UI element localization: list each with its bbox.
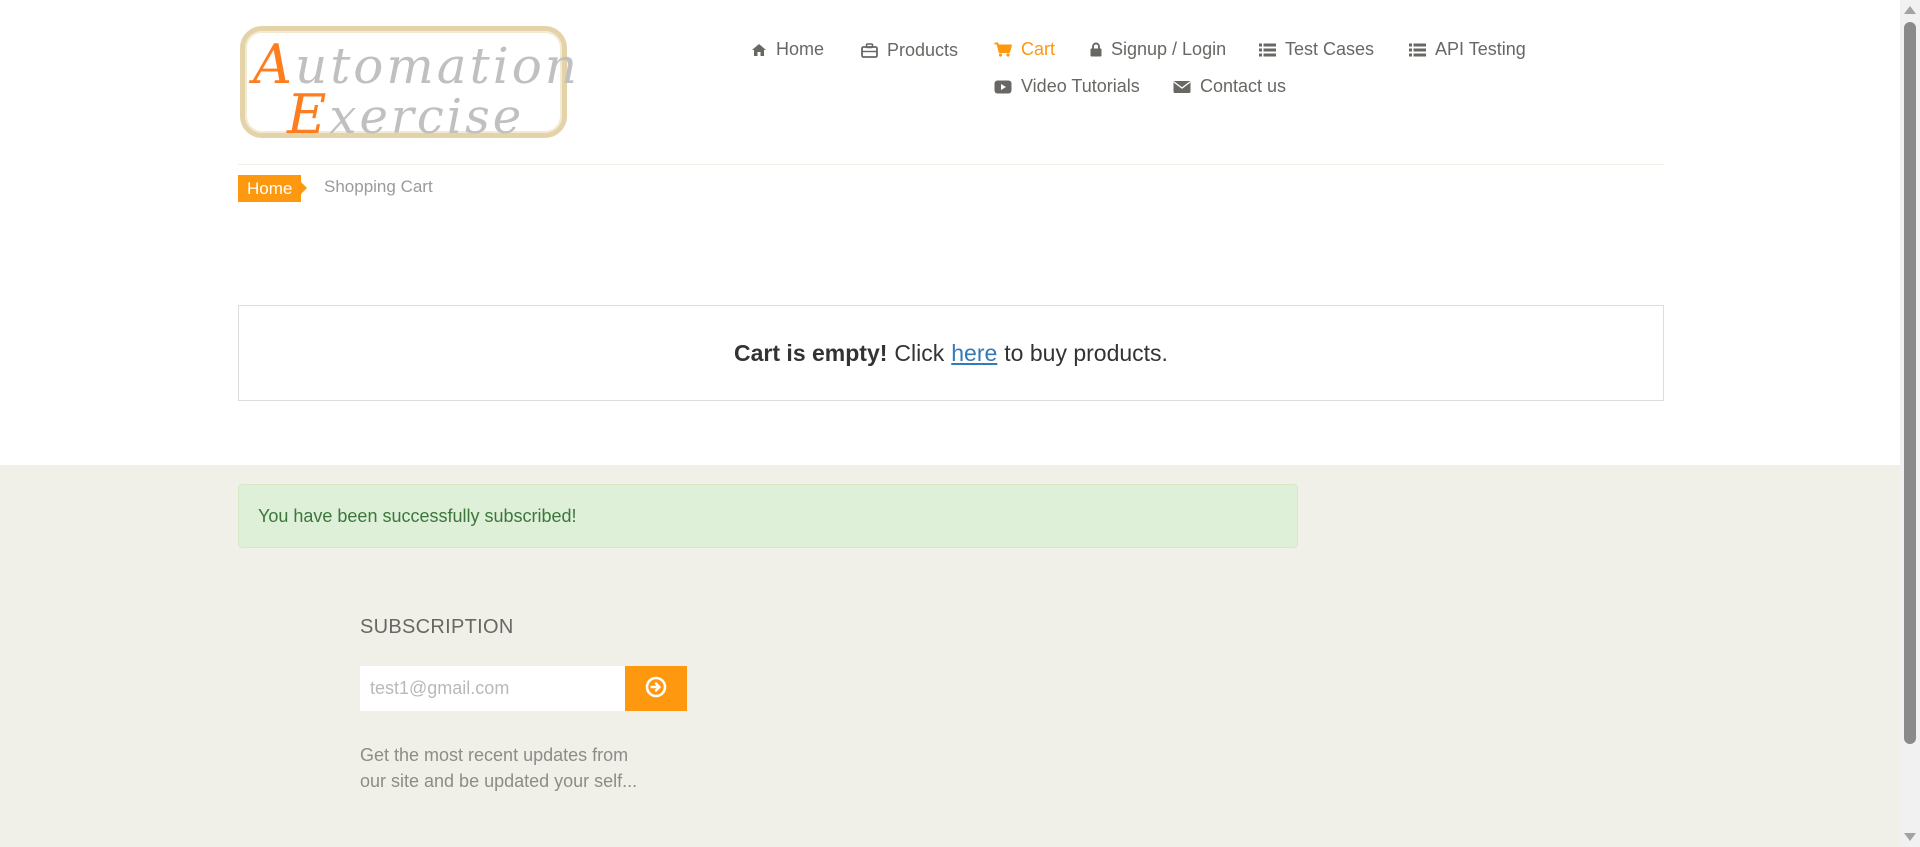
- buy-products-link[interactable]: here: [951, 340, 997, 367]
- home-icon: [751, 43, 767, 57]
- nav-api-testing[interactable]: API Testing: [1409, 39, 1526, 60]
- scrollbar-thumb[interactable]: [1904, 22, 1916, 744]
- briefcase-icon: [861, 43, 878, 58]
- breadcrumb-current: Shopping Cart: [324, 177, 433, 196]
- nav-video-tutorials[interactable]: Video Tutorials: [994, 76, 1140, 97]
- list-icon: [1259, 43, 1276, 57]
- cart-empty-heading: Cart is empty!: [734, 339, 888, 366]
- nav-products[interactable]: Products: [861, 40, 958, 61]
- list-icon: [1409, 43, 1426, 57]
- shopping-cart-icon: [994, 42, 1012, 57]
- page-scrollbar[interactable]: [1900, 0, 1920, 847]
- subscription-description: Get the most recent updates from our sit…: [360, 745, 638, 791]
- subscribe-button[interactable]: [625, 666, 687, 711]
- envelope-icon: [1173, 80, 1191, 94]
- subscription-title: SUBSCRIPTION: [360, 616, 514, 638]
- site-logo[interactable]: Automation Exercise: [240, 26, 577, 146]
- scroll-down-arrow-icon[interactable]: [1904, 833, 1916, 841]
- logo-line-2: Exercise: [287, 83, 525, 146]
- cart-suffix-text: to buy products.: [1004, 339, 1168, 366]
- nav-cart[interactable]: Cart: [994, 39, 1055, 60]
- youtube-play-icon: [994, 80, 1012, 94]
- nav-signup-login[interactable]: Signup / Login: [1090, 39, 1226, 60]
- nav-home[interactable]: Home: [751, 39, 824, 60]
- subscription-success-alert: You have been successfully subscribed!: [238, 484, 1298, 548]
- cart-click-text: Click: [894, 339, 945, 366]
- header-divider: [238, 164, 1664, 165]
- arrow-circle-right-icon: [645, 676, 667, 701]
- lock-icon: [1090, 42, 1102, 57]
- breadcrumb-home-link[interactable]: Home: [238, 175, 308, 202]
- nav-test-cases[interactable]: Test Cases: [1259, 39, 1374, 60]
- subscribe-email-input[interactable]: [360, 666, 625, 711]
- nav-contact-us[interactable]: Contact us: [1173, 76, 1286, 97]
- empty-cart-message: Cart is empty! Click here to buy product…: [238, 305, 1664, 401]
- scroll-up-arrow-icon[interactable]: [1904, 6, 1916, 14]
